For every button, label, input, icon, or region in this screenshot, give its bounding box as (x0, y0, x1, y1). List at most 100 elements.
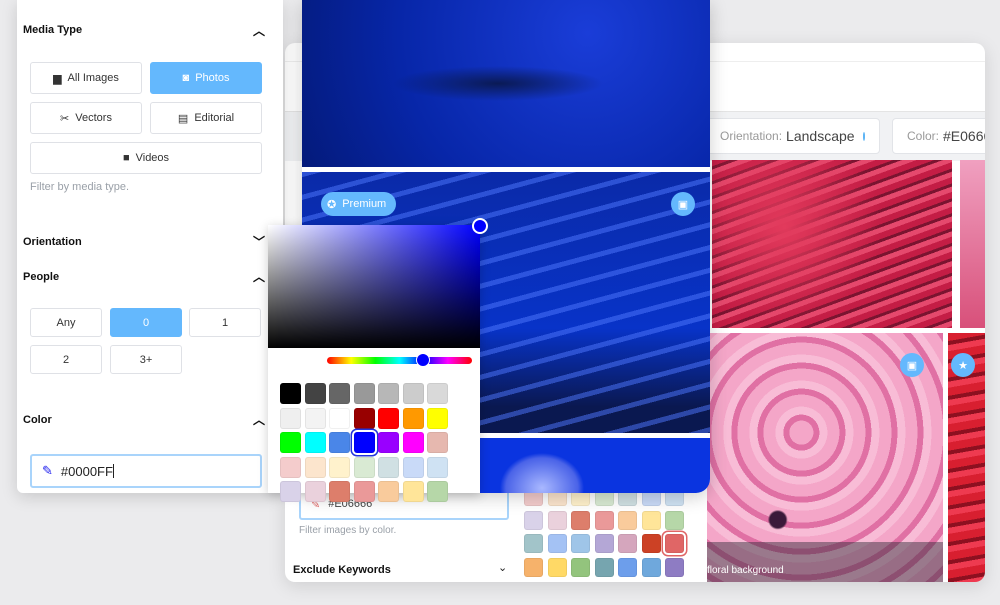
color-swatch[interactable] (547, 510, 567, 530)
people-3plus-button[interactable]: 3+ (110, 345, 182, 374)
hue-slider-handle[interactable] (416, 353, 430, 367)
color-swatch[interactable] (594, 557, 614, 577)
color-swatch[interactable] (304, 481, 326, 502)
chevron-up-icon[interactable]: ︿ (253, 268, 265, 285)
color-swatch[interactable] (641, 557, 661, 577)
color-swatch[interactable] (280, 383, 301, 404)
button-label: All Images (67, 72, 119, 84)
color-swatch[interactable] (665, 534, 684, 553)
color-swatch[interactable] (329, 432, 350, 453)
button-label: Any (56, 316, 76, 329)
orientation-chip[interactable]: Orientation: Landscape (705, 118, 880, 154)
media-vectors-button[interactable]: ✂ Vectors (30, 102, 142, 134)
eyedropper-icon[interactable]: ✎ (42, 463, 53, 479)
media-videos-button[interactable]: ■ Videos (30, 142, 262, 174)
color-swatch[interactable] (353, 407, 375, 429)
color-swatch[interactable] (594, 534, 614, 553)
color-swatch[interactable] (353, 383, 375, 404)
caption-overlay (707, 542, 943, 582)
color-swatch[interactable] (618, 557, 637, 577)
color-swatch[interactable] (329, 481, 350, 502)
add-to-collection-icon[interactable]: ▣ (900, 353, 924, 377)
color-swatch[interactable] (353, 432, 375, 453)
color-swatch[interactable] (304, 407, 326, 429)
color-swatch[interactable] (524, 557, 543, 577)
media-type-hint: Filter by media type. (30, 181, 130, 193)
color-swatch[interactable] (304, 383, 326, 404)
media-all-images-button[interactable]: ▆ All Images (30, 62, 142, 94)
button-label: Photos (195, 72, 230, 84)
image-pink-tulips[interactable]: floral background ▣ (707, 333, 943, 582)
color-swatch[interactable] (280, 456, 301, 478)
image-red-tulips[interactable] (712, 160, 952, 328)
hue-slider[interactable] (327, 357, 472, 364)
color-swatch[interactable] (402, 481, 424, 502)
color-swatch[interactable] (665, 510, 684, 530)
color-swatch[interactable] (402, 432, 424, 453)
media-editorial-button[interactable]: ▤ Editorial (150, 102, 262, 134)
remove-chip-icon[interactable] (862, 131, 865, 141)
color-swatch[interactable] (618, 510, 637, 530)
color-swatch[interactable] (280, 481, 301, 502)
color-swatch[interactable] (353, 456, 375, 478)
color-swatch[interactable] (641, 510, 661, 530)
color-swatch[interactable] (571, 534, 590, 553)
chevron-down-icon[interactable]: ﹀ (253, 233, 265, 250)
chevron-down-icon[interactable]: ⌄ (498, 561, 507, 574)
color-swatch[interactable] (378, 407, 399, 429)
people-heading: People (23, 271, 60, 283)
image-whale-shark[interactable] (302, 0, 710, 167)
color-swatch[interactable] (329, 456, 350, 478)
color-swatch[interactable] (378, 383, 399, 404)
chevron-up-icon[interactable]: ︿ (253, 22, 265, 39)
color-swatch[interactable] (547, 557, 567, 577)
color-swatch[interactable] (665, 557, 684, 577)
color-swatch[interactable] (547, 534, 567, 553)
button-label: 2 (62, 353, 70, 366)
image-thumbnail[interactable]: ★ (948, 333, 985, 582)
people-0-button[interactable]: 0 (110, 308, 182, 337)
color-swatch[interactable] (571, 510, 590, 530)
people-any-button[interactable]: Any (30, 308, 102, 337)
people-1-button[interactable]: 1 (189, 308, 261, 337)
media-photos-button[interactable]: ◙ Photos (150, 62, 262, 94)
color-swatch[interactable] (304, 432, 326, 453)
color-swatch[interactable] (402, 407, 424, 429)
color-swatch[interactable] (427, 432, 448, 453)
color-swatch[interactable] (571, 557, 590, 577)
color-swatch[interactable] (329, 383, 350, 404)
color-picker-popover (268, 218, 488, 502)
people-2-button[interactable]: 2 (30, 345, 102, 374)
color-swatch[interactable] (402, 456, 424, 478)
chevron-up-icon[interactable]: ︿ (253, 411, 265, 428)
color-swatch[interactable] (304, 456, 326, 478)
color-swatch[interactable] (280, 407, 301, 429)
chip-value: #E0666 (943, 128, 985, 144)
exclude-keywords-heading[interactable]: Exclude Keywords (293, 564, 391, 577)
color-hint: Filter images by color. (299, 525, 397, 536)
orientation-heading[interactable]: Orientation (23, 236, 82, 248)
color-swatch[interactable] (280, 432, 301, 453)
color-swatch[interactable] (618, 534, 637, 553)
color-swatch[interactable] (641, 534, 661, 553)
color-swatch[interactable] (378, 456, 399, 478)
color-swatch[interactable] (594, 510, 614, 530)
color-swatch[interactable] (353, 481, 375, 502)
color-swatch[interactable] (427, 407, 448, 429)
color-swatch[interactable] (378, 481, 399, 502)
saturation-value-area[interactable] (268, 225, 480, 348)
color-swatch[interactable] (427, 481, 448, 502)
saturation-handle[interactable] (472, 218, 488, 234)
swatch-grid (280, 383, 448, 502)
color-chip[interactable]: Color:#E0666 (892, 118, 985, 154)
color-swatch[interactable] (402, 383, 424, 404)
color-input[interactable]: ✎ #0000FF (30, 454, 262, 488)
color-swatch[interactable] (329, 407, 350, 429)
color-swatch[interactable] (378, 432, 399, 453)
color-swatch[interactable] (524, 534, 543, 553)
add-to-collection-icon[interactable]: ▣ (671, 192, 695, 216)
color-swatch[interactable] (524, 510, 543, 530)
color-swatch[interactable] (427, 383, 448, 404)
image-thumbnail[interactable] (960, 160, 985, 328)
color-swatch[interactable] (427, 456, 448, 478)
